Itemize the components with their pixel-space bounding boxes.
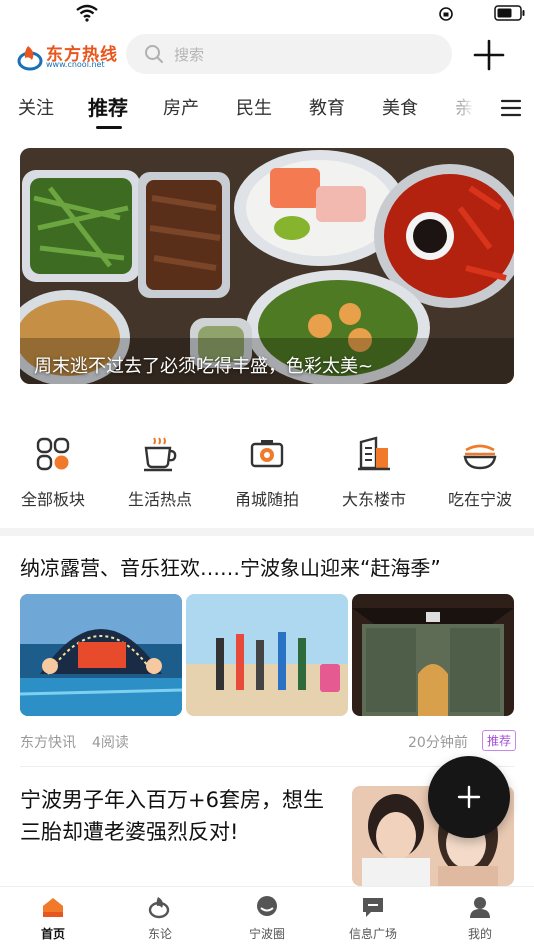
- tab-livelihood[interactable]: 民生: [236, 94, 272, 120]
- search-input[interactable]: 搜索: [126, 34, 452, 74]
- tab-real-estate[interactable]: 房产: [163, 94, 199, 120]
- section-divider: [0, 528, 534, 536]
- search-icon: [145, 45, 163, 63]
- nav-ningbo-circle[interactable]: 宁波圈: [227, 895, 307, 942]
- nav-label: 东论: [147, 927, 172, 941]
- tab-education[interactable]: 教育: [309, 94, 345, 120]
- nav-home[interactable]: 首页: [13, 895, 93, 942]
- nav-label: 我的: [467, 927, 492, 941]
- status-bar: [0, 0, 534, 28]
- category-label: 甬城随拍: [234, 490, 299, 509]
- forum-icon: [148, 897, 170, 919]
- category-property-market[interactable]: 大东楼市: [324, 436, 424, 510]
- camera-icon: [250, 440, 284, 468]
- bottom-navigation: 首页 东论 宁波圈 信息广场 我的: [0, 886, 534, 950]
- banner-caption: 周末逃不过去了必须吃得丰盛，色彩太美~: [34, 356, 374, 377]
- banner-carousel[interactable]: 周末逃不过去了必须吃得丰盛，色彩太美~: [20, 148, 514, 384]
- nav-info-square[interactable]: 信息广场: [333, 895, 413, 942]
- wifi-icon: [76, 4, 98, 22]
- category-all-boards[interactable]: 全部板块: [3, 436, 103, 510]
- tab-follow[interactable]: 关注: [18, 94, 54, 120]
- article-source: 东方快讯: [20, 735, 76, 751]
- create-post-button[interactable]: [428, 756, 510, 838]
- message-board-icon: [363, 898, 383, 917]
- battery-icon: [494, 5, 525, 21]
- category-ningbo-food[interactable]: 吃在宁波: [430, 436, 530, 510]
- building-icon: [358, 436, 390, 471]
- add-button[interactable]: [472, 38, 506, 72]
- tab-recommend[interactable]: 推荐: [88, 92, 128, 121]
- category-label: 吃在宁波: [447, 490, 512, 509]
- rotation-lock-icon: [439, 7, 453, 21]
- search-placeholder: 搜索: [174, 46, 205, 64]
- logo-url: www.cnool.net: [46, 60, 105, 69]
- article-time: 20分钟前: [408, 735, 468, 751]
- article-thumbnail-beach-band[interactable]: [186, 594, 348, 716]
- thumbnail-image: [20, 594, 182, 716]
- category-life-hotspots[interactable]: 生活热点: [110, 436, 210, 510]
- coffee-cup-icon: [144, 437, 177, 472]
- category-city-photos[interactable]: 甬城随拍: [217, 436, 317, 510]
- thumbnail-image: [352, 594, 514, 716]
- recommend-badge: 推荐: [482, 730, 517, 751]
- nav-forum[interactable]: 东论: [120, 895, 200, 942]
- quick-categories: 全部板块 生活热点 甬城随拍 大东楼市 吃在宁波: [0, 436, 534, 516]
- app-logo[interactable]: 东方热线 www.cnool.net: [16, 38, 120, 74]
- home-icon: [43, 898, 63, 917]
- tab-fade-overlay: [440, 88, 490, 130]
- thumbnail-image: [186, 594, 348, 716]
- user-icon: [470, 897, 490, 918]
- chat-bubble-icon: [257, 896, 277, 916]
- category-tabs: 关注 推荐 房产 民生 教育 美食 亲: [0, 88, 534, 130]
- category-label: 大东楼市: [341, 490, 406, 509]
- nav-profile[interactable]: 我的: [440, 895, 520, 942]
- noodle-bowl-icon: [463, 444, 497, 470]
- top-header: 东方热线 www.cnool.net 搜索: [0, 28, 534, 84]
- article-thumbnail-gate[interactable]: [352, 594, 514, 716]
- article-title[interactable]: 宁波男子年入百万+6套房，想生三胎却遭老婆强烈反对!: [20, 784, 340, 848]
- logo-flame-icon: [17, 46, 43, 71]
- tab-food[interactable]: 美食: [382, 94, 418, 120]
- active-tab-indicator: [96, 126, 122, 129]
- app-screen: 东方热线 www.cnool.net 搜索 关注 推荐 房产 民生 教育 美食 …: [0, 0, 534, 950]
- nav-label: 宁波圈: [248, 927, 285, 941]
- nav-label: 信息广场: [348, 927, 397, 941]
- article-reads: 4阅读: [92, 735, 129, 751]
- article-thumbnail-concert[interactable]: [20, 594, 182, 716]
- article-title[interactable]: 纳凉露营、音乐狂欢……宁波象山迎来“赶海季”: [20, 552, 441, 581]
- nav-label: 首页: [40, 927, 65, 941]
- category-label: 全部板块: [20, 490, 85, 509]
- menu-icon[interactable]: [500, 98, 522, 118]
- grid-icon: [36, 437, 70, 471]
- category-label: 生活热点: [127, 490, 192, 509]
- plus-icon: [457, 785, 481, 809]
- banner-food-image: [20, 148, 514, 384]
